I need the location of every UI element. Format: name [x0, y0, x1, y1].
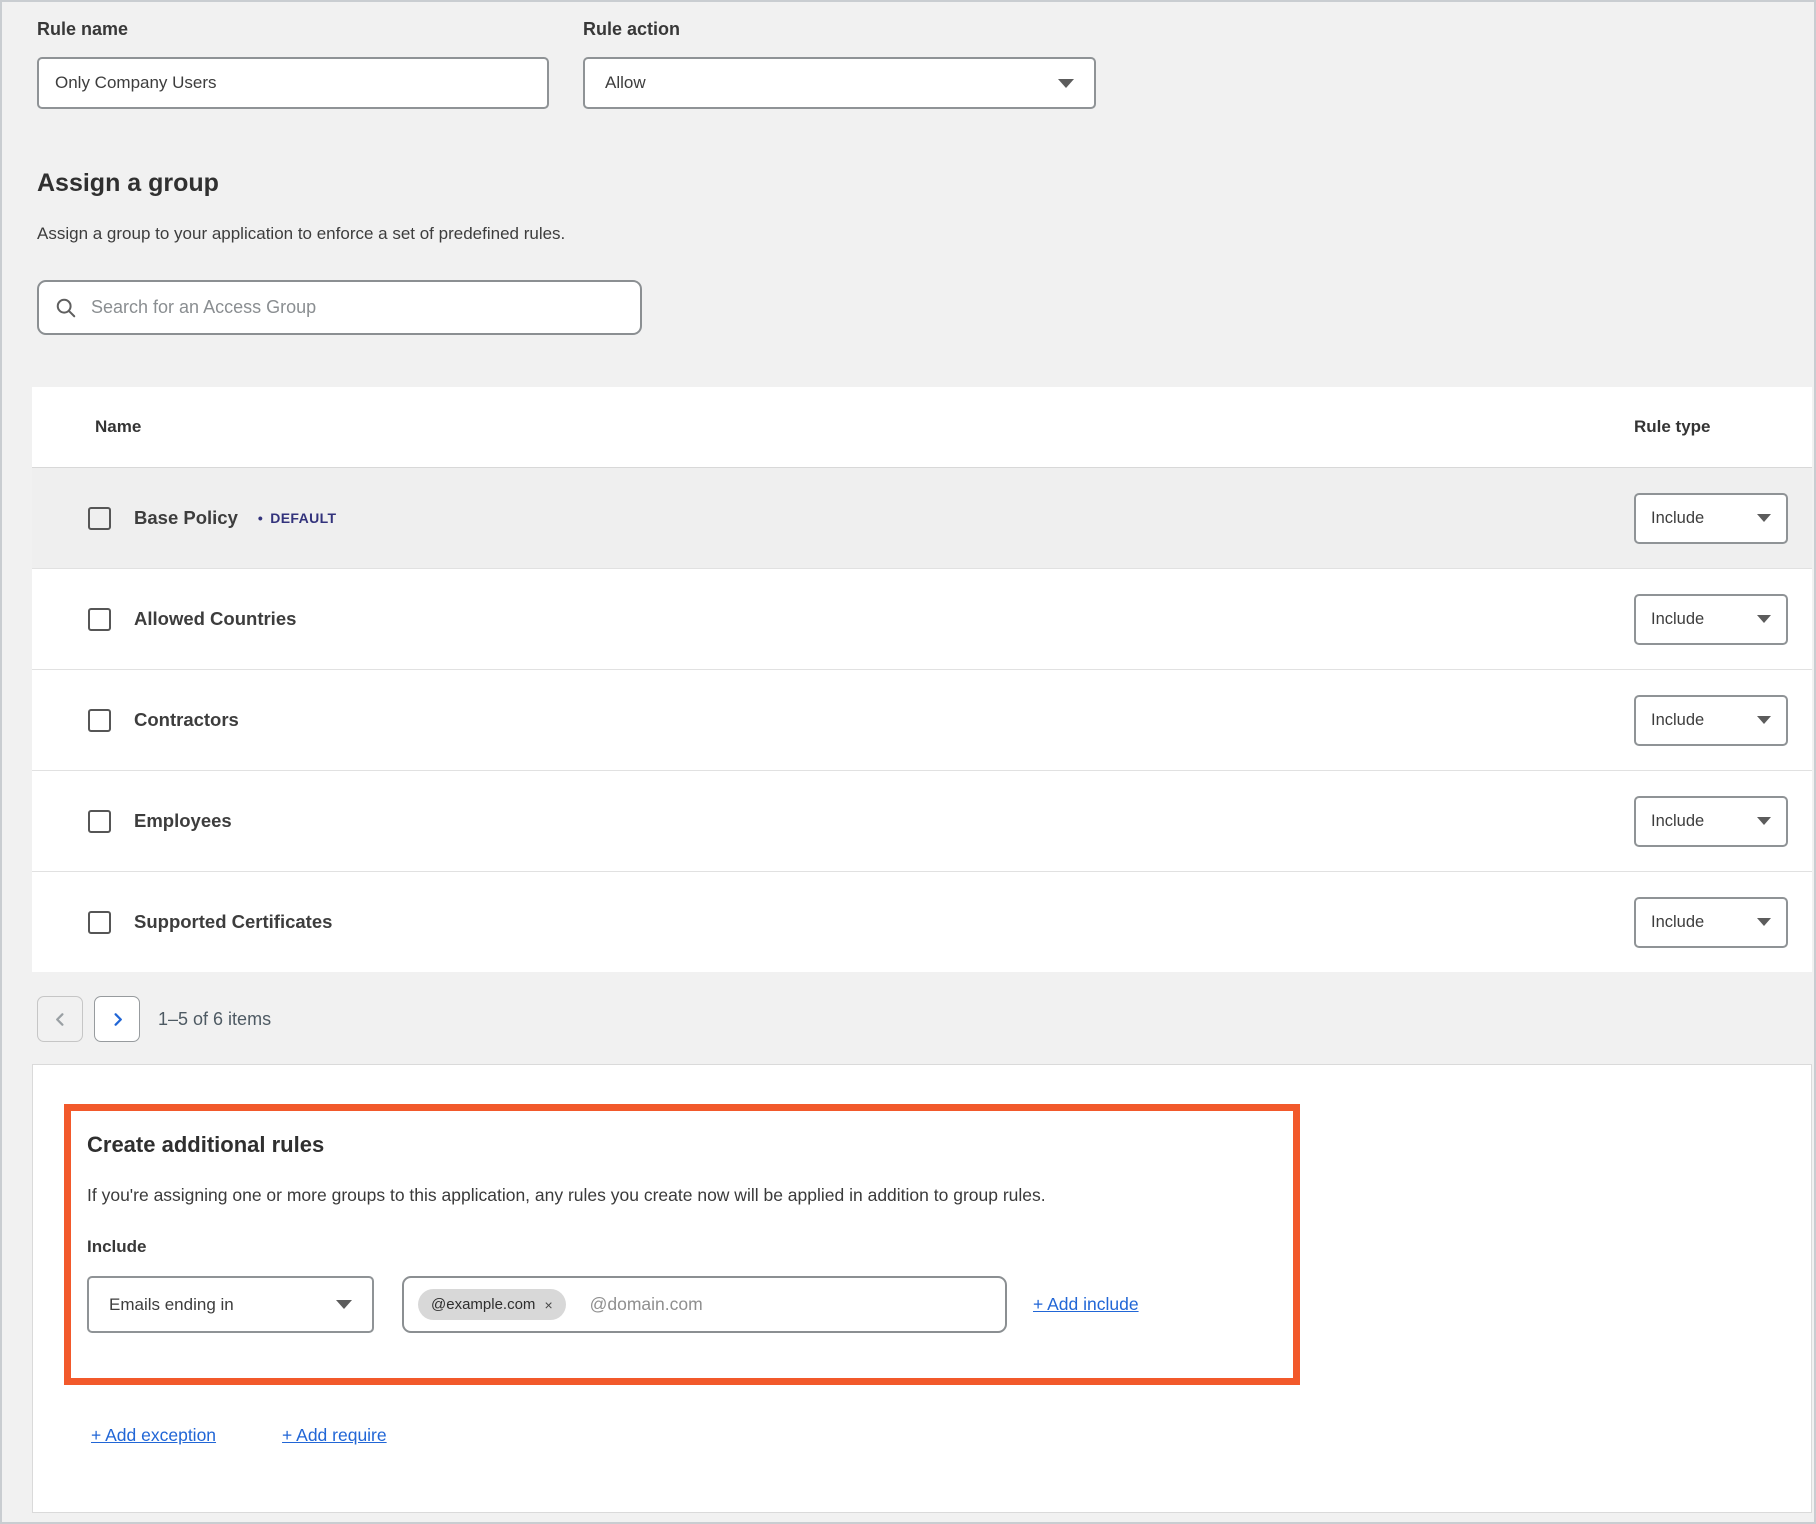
email-domain-chip: @example.com ×: [418, 1289, 566, 1320]
email-domains-input[interactable]: @example.com ×: [402, 1276, 1007, 1333]
condition-select[interactable]: Emails ending in: [87, 1276, 374, 1333]
footer-links: + Add exception + Add require: [91, 1425, 1811, 1446]
chevron-down-icon: [1757, 514, 1771, 522]
access-group-table: Name Rule type Base Policy • DEFAULT Incl…: [32, 387, 1812, 972]
table-row-base-policy: Base Policy • DEFAULT Include: [32, 467, 1812, 568]
group-name: Contractors: [134, 709, 239, 731]
rule-type-select[interactable]: Include: [1634, 695, 1788, 746]
condition-value: Emails ending in: [109, 1295, 234, 1315]
rule-type-value: Include: [1651, 711, 1704, 730]
search-input[interactable]: [91, 297, 624, 318]
access-rule-page: { "form": { "rule_name": { "label": "Rul…: [0, 0, 1816, 1524]
access-group-search[interactable]: [37, 280, 642, 335]
chevron-left-icon: [53, 1012, 68, 1027]
rule-action-field-group: Rule action Allow: [583, 19, 1096, 109]
group-name: Base Policy: [134, 507, 238, 529]
domain-text-input[interactable]: [590, 1294, 991, 1315]
rule-name-label: Rule name: [37, 19, 549, 40]
assign-group-heading: Assign a group: [37, 169, 1814, 198]
add-include-link[interactable]: + Add include: [1033, 1294, 1139, 1315]
table-row-contractors: Contractors Include: [32, 669, 1812, 770]
rule-type-value: Include: [1651, 913, 1704, 932]
row-checkbox[interactable]: [88, 709, 111, 732]
chevron-down-icon: [1757, 918, 1771, 926]
rule-type-value: Include: [1651, 812, 1704, 831]
row-checkbox[interactable]: [88, 507, 111, 530]
group-name: Employees: [134, 810, 232, 832]
chevron-right-icon: [110, 1012, 125, 1027]
group-name: Supported Certificates: [134, 911, 332, 933]
rule-type-select[interactable]: Include: [1634, 594, 1788, 645]
add-exception-link[interactable]: + Add exception: [91, 1425, 216, 1446]
rule-type-select[interactable]: Include: [1634, 493, 1788, 544]
rule-action-select[interactable]: Allow: [583, 57, 1096, 109]
chevron-down-icon: [1757, 716, 1771, 724]
row-checkbox[interactable]: [88, 911, 111, 934]
include-rule-builder: Emails ending in @example.com × + Add in…: [87, 1276, 1273, 1333]
default-badge: • DEFAULT: [258, 510, 337, 526]
include-section-label: Include: [87, 1237, 1273, 1257]
column-header-rule-type: Rule type: [1634, 417, 1788, 437]
rule-type-select[interactable]: Include: [1634, 796, 1788, 847]
badge-text: DEFAULT: [270, 510, 336, 526]
pagination-count: 1–5 of 6 items: [158, 1009, 271, 1030]
create-additional-rules-highlight: Create additional rules If you're assign…: [64, 1104, 1300, 1385]
rule-type-select[interactable]: Include: [1634, 897, 1788, 948]
create-additional-rules-heading: Create additional rules: [87, 1132, 1273, 1158]
row-checkbox[interactable]: [88, 608, 111, 631]
badge-bullet: •: [258, 510, 263, 526]
create-additional-rules-description: If you're assigning one or more groups t…: [87, 1185, 1273, 1206]
assign-group-description: Assign a group to your application to en…: [37, 224, 1814, 244]
pagination: 1–5 of 6 items: [37, 996, 1814, 1042]
next-page-button[interactable]: [94, 996, 140, 1042]
rule-name-input[interactable]: [37, 57, 549, 109]
table-row-supported-certificates: Supported Certificates Include: [32, 871, 1812, 972]
chevron-down-icon: [1757, 817, 1771, 825]
rule-type-value: Include: [1651, 509, 1704, 528]
rule-name-field-group: Rule name: [37, 19, 549, 109]
rule-action-value: Allow: [605, 73, 646, 93]
chevron-down-icon: [336, 1300, 352, 1309]
search-icon: [55, 297, 77, 319]
rule-type-value: Include: [1651, 610, 1704, 629]
rule-action-label: Rule action: [583, 19, 1096, 40]
chip-label: @example.com: [431, 1296, 535, 1313]
table-row-allowed-countries: Allowed Countries Include: [32, 568, 1812, 669]
close-icon[interactable]: ×: [544, 1298, 552, 1312]
additional-rules-card: Create additional rules If you're assign…: [32, 1064, 1812, 1513]
rule-form: Rule name Rule action Allow: [2, 2, 1814, 109]
previous-page-button[interactable]: [37, 996, 83, 1042]
table-header: Name Rule type: [32, 387, 1812, 467]
group-name: Allowed Countries: [134, 608, 296, 630]
column-header-name: Name: [95, 417, 141, 437]
chevron-down-icon: [1757, 615, 1771, 623]
add-require-link[interactable]: + Add require: [282, 1425, 387, 1446]
table-row-employees: Employees Include: [32, 770, 1812, 871]
chevron-down-icon: [1058, 79, 1074, 88]
row-checkbox[interactable]: [88, 810, 111, 833]
